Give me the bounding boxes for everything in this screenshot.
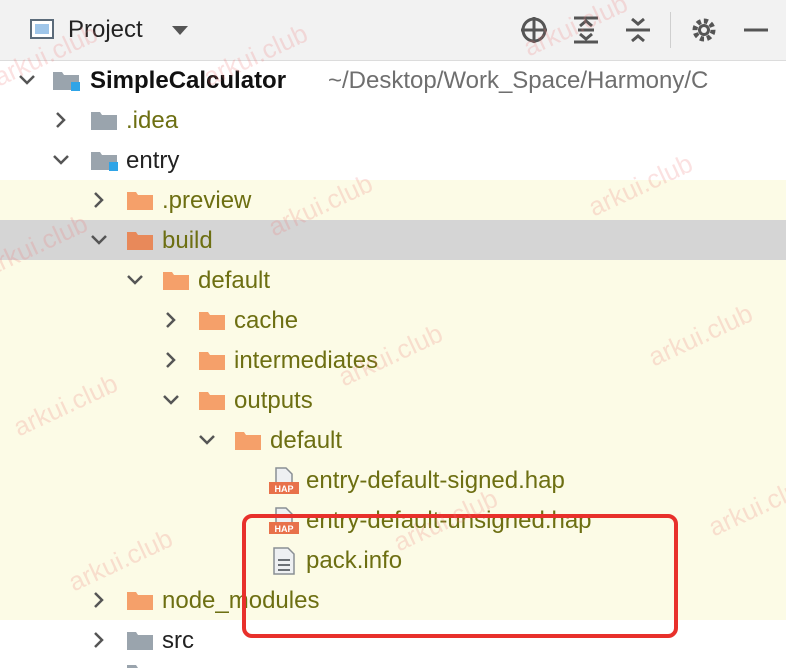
folder-icon bbox=[127, 665, 153, 668]
chevron-right-icon[interactable] bbox=[162, 311, 180, 329]
hap-file-icon: HAP bbox=[269, 467, 299, 494]
tree-row-entry[interactable]: entry bbox=[0, 140, 786, 180]
tree-row-default[interactable]: default bbox=[0, 260, 786, 300]
expand-all-icon[interactable] bbox=[570, 14, 602, 46]
root-path: ~/Desktop/Work_Space/Harmony/C bbox=[328, 67, 709, 94]
module-folder-icon bbox=[91, 152, 118, 171]
tree-row-cache[interactable]: cache bbox=[0, 300, 786, 340]
project-title[interactable]: Project bbox=[68, 16, 143, 44]
chevron-right-icon[interactable] bbox=[52, 111, 70, 129]
folder-icon bbox=[163, 272, 189, 290]
tree-row-intermediates[interactable]: intermediates bbox=[0, 340, 786, 380]
tree-row-root[interactable]: SimpleCalculator ~/Desktop/Work_Space/Ha… bbox=[0, 60, 786, 100]
annotation-highlight-box bbox=[242, 514, 678, 638]
chevron-down-icon[interactable] bbox=[198, 431, 216, 449]
locate-icon[interactable] bbox=[518, 14, 550, 46]
cache-label: cache bbox=[234, 307, 299, 334]
folder-icon bbox=[199, 312, 225, 330]
gear-icon[interactable] bbox=[688, 14, 720, 46]
hap-badge: HAP bbox=[274, 484, 293, 494]
chevron-down-icon[interactable] bbox=[126, 271, 144, 289]
outputs-label: outputs bbox=[234, 387, 313, 414]
module-folder-icon bbox=[53, 72, 80, 91]
entry-label: entry bbox=[126, 147, 180, 174]
tree-row-signed-hap[interactable]: HAP entry-default-signed.hap bbox=[0, 460, 786, 500]
chevron-right-icon[interactable] bbox=[90, 191, 108, 209]
root-label: SimpleCalculator bbox=[90, 67, 287, 94]
tree-row-preview[interactable]: .preview bbox=[0, 180, 786, 220]
src-label: src bbox=[162, 627, 194, 654]
toolbar-divider bbox=[670, 12, 671, 48]
folder-icon bbox=[235, 432, 261, 450]
folder-icon bbox=[127, 232, 153, 250]
tree-row-partial bbox=[0, 660, 786, 668]
tree-row-idea[interactable]: .idea bbox=[0, 100, 786, 140]
preview-label: .preview bbox=[162, 187, 252, 214]
collapse-all-icon[interactable] bbox=[622, 14, 654, 46]
tree-row-build[interactable]: build bbox=[0, 220, 786, 260]
project-toolbar: Project bbox=[0, 0, 786, 61]
outputs-default-label: default bbox=[270, 427, 343, 454]
chevron-right-icon[interactable] bbox=[162, 351, 180, 369]
chevron-right-icon[interactable] bbox=[90, 591, 108, 609]
folder-icon bbox=[199, 392, 225, 410]
tree-row-outputs-default[interactable]: default bbox=[0, 420, 786, 460]
tree-row-outputs[interactable]: outputs bbox=[0, 380, 786, 420]
chevron-down-icon[interactable] bbox=[90, 231, 108, 249]
folder-icon bbox=[127, 632, 153, 650]
chevron-down-icon[interactable] bbox=[18, 71, 36, 89]
idea-label: .idea bbox=[126, 107, 179, 134]
chevron-down-icon[interactable] bbox=[162, 391, 180, 409]
minimize-icon[interactable] bbox=[740, 14, 772, 46]
folder-icon bbox=[127, 192, 153, 210]
build-label: build bbox=[162, 227, 213, 254]
chevron-down-icon[interactable] bbox=[52, 151, 70, 169]
default-label: default bbox=[198, 267, 271, 294]
folder-icon bbox=[199, 352, 225, 370]
folder-icon bbox=[91, 112, 117, 130]
signed-hap-label: entry-default-signed.hap bbox=[306, 467, 565, 494]
chevron-right-icon[interactable] bbox=[90, 631, 108, 649]
chevron-down-icon[interactable] bbox=[172, 26, 188, 35]
folder-icon bbox=[127, 592, 153, 610]
intermediates-label: intermediates bbox=[234, 347, 379, 374]
project-view-icon bbox=[30, 19, 54, 39]
